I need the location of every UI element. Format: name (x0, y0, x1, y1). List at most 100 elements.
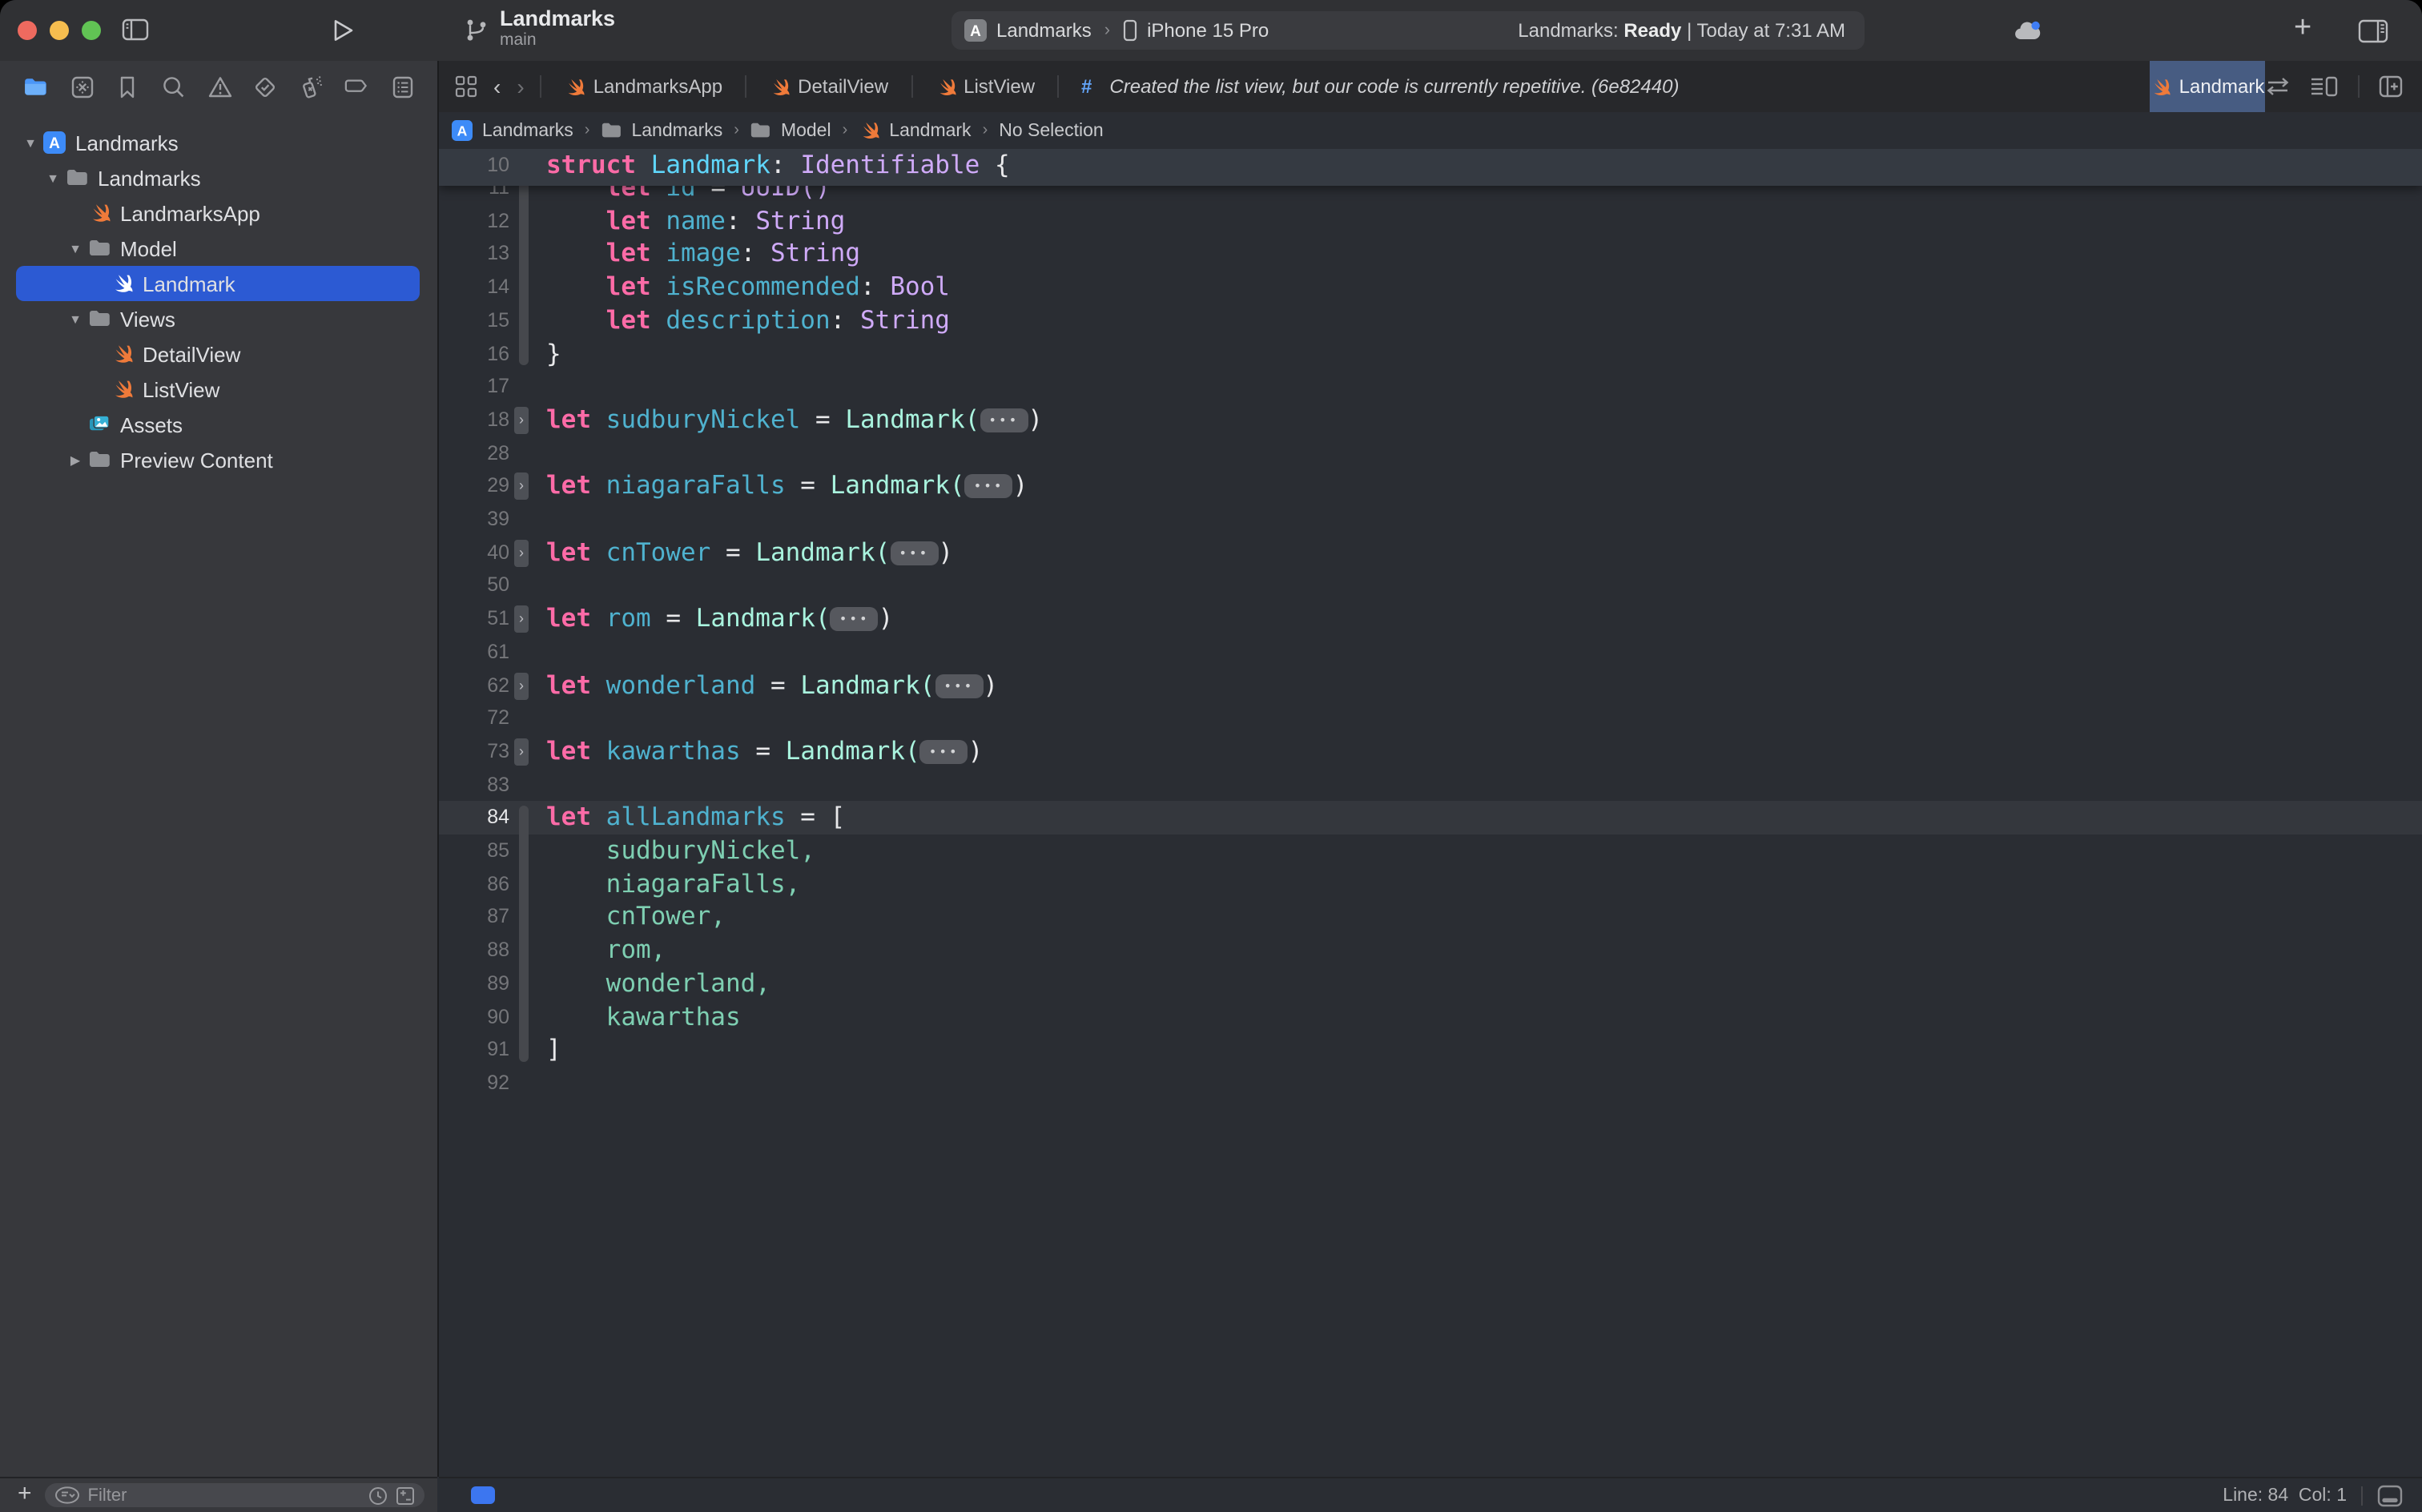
scheme-selector[interactable]: A Landmarks › iPhone 15 Pro (952, 19, 1269, 42)
folded-code-chip[interactable]: ••• (980, 408, 1028, 432)
filter-field[interactable]: Filter (45, 1483, 424, 1507)
breadcrumb-item[interactable]: No Selection (999, 121, 1103, 140)
sidebar-item-model[interactable]: ▼Model (0, 231, 437, 266)
code-line-72[interactable]: 72 (439, 702, 2422, 735)
code-line-15[interactable]: 15 let description: String (439, 304, 2422, 338)
code-line-86[interactable]: 86 niagaraFalls, (439, 867, 2422, 901)
fold-disclosure-icon[interactable]: › (514, 473, 529, 501)
code-token: let (546, 604, 606, 633)
code-line-83[interactable]: 83 (439, 768, 2422, 802)
sidebar-item-assets[interactable]: Assets (0, 407, 437, 442)
scheme-device-label[interactable]: iPhone 15 Pro (1147, 19, 1269, 42)
find-navigator-icon[interactable] (162, 74, 186, 99)
related-items-icon[interactable] (455, 75, 477, 98)
sidebar-item-listview[interactable]: ListView (0, 372, 437, 407)
source-control-navigator-icon[interactable] (70, 74, 94, 99)
toggle-sidebar-icon[interactable] (122, 18, 149, 42)
tests-navigator-icon[interactable] (253, 74, 277, 99)
code-editor[interactable]: 11 let id = UUID()12 let name: String13 … (439, 149, 2422, 1477)
code-line-14[interactable]: 14 let isRecommended: Bool (439, 271, 2422, 304)
tab-landmark-active[interactable]: Landmark (2150, 61, 2265, 112)
code-line-84[interactable]: 84let allLandmarks = [ (439, 802, 2422, 835)
fold-disclosure-icon[interactable]: › (514, 672, 529, 699)
code-token: Landmark( (831, 472, 965, 501)
disclosure-chevron-icon[interactable]: ▼ (45, 171, 61, 185)
code-line-16[interactable]: 16} (439, 337, 2422, 371)
fold-disclosure-icon[interactable]: › (514, 539, 529, 566)
code-line-39[interactable]: 39 (439, 503, 2422, 537)
sidebar-divider[interactable] (437, 61, 439, 1477)
sidebar-item-views[interactable]: ▼Views (0, 301, 437, 336)
code-line-92[interactable]: 92 (439, 1067, 2422, 1100)
sidebar-item-landmarksapp[interactable]: LandmarksApp (0, 195, 437, 231)
code-line-90[interactable]: 90 kawarthas (439, 1000, 2422, 1034)
recent-files-icon[interactable] (368, 1486, 388, 1505)
close-window-button[interactable] (18, 21, 37, 40)
sidebar-item-detailview[interactable]: DetailView (0, 336, 437, 372)
folded-code-chip[interactable]: ••• (935, 674, 983, 698)
minimize-window-button[interactable] (50, 21, 69, 40)
code-line-85[interactable]: 85 sudburyNickel, (439, 834, 2422, 868)
tab-landmarksapp[interactable]: LandmarksApp (542, 61, 745, 112)
code-line-51[interactable]: 51›let rom = Landmark(•••) (439, 602, 2422, 636)
scheme-project-label[interactable]: Landmarks (996, 19, 1092, 42)
code-line-88[interactable]: 88 rom, (439, 934, 2422, 967)
forward-button[interactable]: › (517, 74, 524, 99)
code-line-17[interactable]: 17 (439, 370, 2422, 404)
breadcrumb-item[interactable]: Landmarks (631, 121, 722, 140)
breadcrumb-item[interactable]: Landmarks (482, 121, 573, 140)
disclosure-chevron-icon[interactable]: ▼ (67, 312, 83, 326)
toggle-inspector-icon[interactable] (2358, 19, 2388, 43)
code-line-61[interactable]: 61 (439, 636, 2422, 670)
debug-area-indicator[interactable] (471, 1486, 495, 1504)
code-line-13[interactable]: 13 let image: String (439, 238, 2422, 271)
fold-disclosure-icon[interactable]: › (514, 605, 529, 633)
bookmarks-navigator-icon[interactable] (116, 74, 140, 99)
breadcrumb-item[interactable]: Model (781, 121, 831, 140)
add-editor-icon[interactable] (2379, 75, 2403, 98)
folded-code-chip[interactable]: ••• (890, 541, 938, 565)
tab-commit-message[interactable]: # Created the list view, but our code is… (1059, 61, 2150, 112)
disclosure-chevron-icon[interactable]: ▶ (67, 452, 83, 467)
breakpoints-navigator-icon[interactable] (345, 74, 369, 99)
sticky-declaration-line[interactable]: 10struct Landmark: Identifiable { (439, 149, 2422, 186)
tab-detailview[interactable]: DetailView (746, 61, 911, 112)
disclosure-chevron-icon[interactable]: ▼ (22, 135, 38, 150)
disclosure-chevron-icon[interactable]: ▼ (67, 241, 83, 255)
tab-listview[interactable]: ListView (912, 61, 1057, 112)
minimap-icon[interactable] (2310, 75, 2339, 98)
issues-navigator-icon[interactable] (207, 74, 231, 99)
project-navigator-icon[interactable] (22, 74, 48, 99)
reports-navigator-icon[interactable] (391, 74, 415, 99)
code-line-29[interactable]: 29›let niagaraFalls = Landmark(•••) (439, 470, 2422, 504)
code-line-73[interactable]: 73›let kawarthas = Landmark(•••) (439, 735, 2422, 769)
debug-navigator-icon[interactable] (300, 74, 324, 99)
code-line-18[interactable]: 18›let sudburyNickel = Landmark(•••) (439, 404, 2422, 437)
code-line-87[interactable]: 87 cnTower, (439, 901, 2422, 935)
back-button[interactable]: ‹ (493, 74, 501, 99)
code-line-40[interactable]: 40›let cnTower = Landmark(•••) (439, 536, 2422, 569)
sidebar-item-preview-content[interactable]: ▶Preview Content (0, 442, 437, 477)
folded-code-chip[interactable]: ••• (920, 740, 968, 764)
code-line-50[interactable]: 50 (439, 569, 2422, 603)
fold-disclosure-icon[interactable]: › (514, 738, 529, 766)
breadcrumb-item[interactable]: Landmark (889, 121, 971, 140)
code-line-28[interactable]: 28 (439, 436, 2422, 470)
sidebar-item-landmark[interactable]: Landmark (0, 266, 437, 301)
swap-editors-icon[interactable] (2265, 77, 2291, 96)
add-file-button[interactable]: + (0, 1480, 45, 1510)
folded-code-chip[interactable]: ••• (965, 475, 1013, 499)
source-control-filter-icon[interactable] (396, 1486, 415, 1505)
sidebar-item-landmarks[interactable]: ▼ALandmarks (0, 125, 437, 160)
folded-code-chip[interactable]: ••• (831, 607, 879, 631)
add-tab-button[interactable]: + (2294, 11, 2311, 46)
zoom-window-button[interactable] (82, 21, 101, 40)
code-line-62[interactable]: 62›let wonderland = Landmark(•••) (439, 669, 2422, 702)
sidebar-item-landmarks[interactable]: ▼Landmarks (0, 160, 437, 195)
adjust-editor-icon[interactable] (2377, 1484, 2403, 1506)
code-line-91[interactable]: 91] (439, 1033, 2422, 1067)
run-button[interactable] (332, 18, 354, 43)
code-line-89[interactable]: 89 wonderland, (439, 967, 2422, 1001)
fold-disclosure-icon[interactable]: › (514, 407, 529, 434)
code-line-12[interactable]: 12 let name: String (439, 204, 2422, 238)
